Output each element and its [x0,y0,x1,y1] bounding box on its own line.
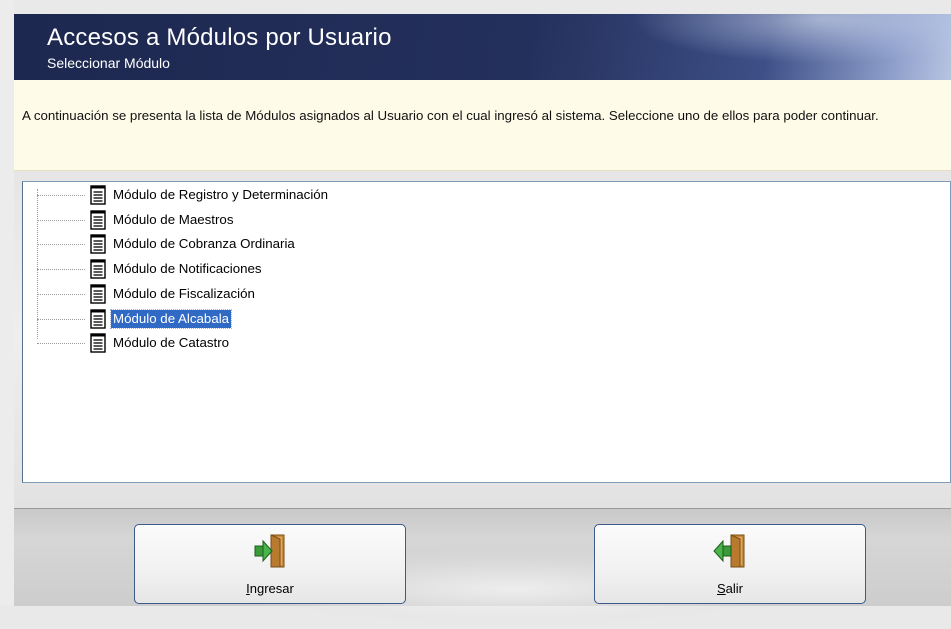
tree-branch-line [37,219,85,221]
tree-node-label: Módulo de Cobranza Ordinaria [113,236,295,252]
document-icon [90,284,106,304]
page-title: Accesos a Módulos por Usuario [47,24,392,51]
tree-node-label: Módulo de Registro y Determinación [113,187,329,202]
page-subtitle: Seleccionar Módulo [47,55,170,71]
tree-branch-line [37,269,85,271]
tree-branch-line [37,195,85,196]
tree-node-label: Módulo de Catastro [113,335,230,351]
tree-branch-line [37,244,85,246]
ingresar-button[interactable]: Ingresar [134,524,406,604]
header-swoosh [631,14,951,64]
ingresar-label: Ingresar [246,581,294,596]
tree-branch-line [37,343,85,345]
document-icon [90,209,106,230]
tree-node[interactable]: Módulo de Catastro [37,333,637,355]
salir-label: Salir [716,581,743,596]
tree-node-label: Módulo de Maestros [113,211,234,227]
info-text: A continuación se presenta la lista de M… [22,108,879,123]
tree-node[interactable]: Módulo de Notificaciones [37,259,637,281]
document-icon [90,333,106,353]
window-left-edge [0,0,14,605]
tree-node[interactable]: Módulo de Cobranza Ordinaria [37,234,637,256]
document-icon [90,308,106,329]
tree-node[interactable]: Módulo de Fiscalización [37,284,637,306]
document-icon [90,234,106,255]
tree-node-label: Módulo de Notificaciones [113,261,262,277]
info-panel: A continuación se presenta la lista de M… [14,80,951,171]
header-banner: Accesos a Módulos por Usuario Selecciona… [14,14,951,80]
document-icon [90,185,106,205]
tree-node[interactable]: Módulo de Registro y Determinación [37,185,637,207]
tree-node-label: Módulo de Fiscalización [113,285,255,301]
document-icon [90,259,106,279]
door-exit-icon [713,534,745,568]
tree-branch-line [37,293,85,295]
tree-node[interactable]: Módulo de Alcabala [37,308,637,331]
door-enter-icon [254,534,285,568]
module-tree[interactable]: Módulo de Registro y Determinación Módulo… [22,181,951,483]
salir-button[interactable]: Salir [594,524,866,604]
tree-node-label: Módulo de Alcabala [109,308,233,329]
tree-node[interactable]: Módulo de Maestros [37,209,637,232]
tree-branch-line [37,318,85,320]
footer-bar: Ingresar Salir [14,508,951,629]
